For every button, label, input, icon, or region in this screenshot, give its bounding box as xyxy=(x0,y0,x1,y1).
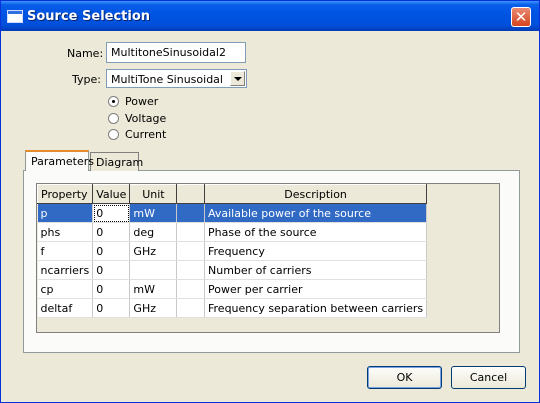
close-button[interactable]: ✕ xyxy=(511,7,531,27)
source-selection-dialog: Source Selection ✕ Name: MultitoneSinuso… xyxy=(0,0,540,403)
table-row[interactable]: ncarriers 0 Number of carriers xyxy=(37,260,499,280)
cell-description[interactable]: Phase of the source xyxy=(204,222,428,242)
cell-description[interactable]: Frequency xyxy=(204,241,428,261)
window-title: Source Selection xyxy=(27,9,151,24)
type-select[interactable]: MultiTone Sinusoidal xyxy=(106,69,247,88)
table-header: Property Value Unit Description xyxy=(36,184,499,204)
cell-unit[interactable]: mW xyxy=(129,279,178,299)
table-row[interactable]: f 0 GHz Frequency xyxy=(37,241,499,261)
tab-diagram[interactable]: Diagram xyxy=(90,152,143,171)
row-filler xyxy=(426,241,499,261)
cell-property[interactable]: cp xyxy=(37,279,94,299)
cell-description[interactable]: Frequency separation between carriers xyxy=(204,298,428,318)
cell-blank[interactable] xyxy=(176,260,205,280)
cell-property[interactable]: ncarriers xyxy=(37,260,94,280)
cancel-button[interactable]: Cancel xyxy=(451,366,526,389)
type-select-value: MultiTone Sinusoidal xyxy=(111,73,223,86)
cell-description[interactable]: Power per carrier xyxy=(204,279,428,299)
radio-current-label: Current xyxy=(125,128,167,141)
radio-current-indicator[interactable] xyxy=(108,129,119,140)
window-icon xyxy=(7,10,23,23)
type-label: Type: xyxy=(72,73,101,86)
table-row[interactable]: cp 0 mW Power per carrier xyxy=(37,279,499,299)
name-label: Name: xyxy=(67,47,104,60)
cell-unit[interactable]: mW xyxy=(129,203,178,223)
cell-unit[interactable]: deg xyxy=(129,222,178,242)
table-row[interactable]: p 0 mW Available power of the source xyxy=(37,203,499,223)
header-blank[interactable] xyxy=(176,184,205,204)
cell-description[interactable]: Available power of the source xyxy=(204,203,428,223)
cell-value[interactable]: 0 xyxy=(92,203,131,223)
cell-blank[interactable] xyxy=(176,241,205,261)
cell-unit[interactable]: GHz xyxy=(129,298,178,318)
table-row[interactable]: phs 0 deg Phase of the source xyxy=(37,222,499,242)
cell-blank[interactable] xyxy=(176,279,205,299)
row-filler xyxy=(426,222,499,242)
parameters-grid: Property Value Unit Description p 0 mW A… xyxy=(36,183,500,333)
cell-value[interactable]: 0 xyxy=(92,222,131,242)
header-property[interactable]: Property xyxy=(36,184,94,204)
ok-button[interactable]: OK xyxy=(367,366,442,389)
cell-property[interactable]: phs xyxy=(37,222,94,242)
row-filler xyxy=(426,260,499,280)
cell-value[interactable]: 0 xyxy=(92,241,131,261)
radio-power-indicator[interactable] xyxy=(108,96,119,107)
tab-parameters[interactable]: Parameters xyxy=(25,150,94,171)
radio-voltage-label: Voltage xyxy=(125,112,167,125)
parameters-table: Property Value Unit Description p 0 mW A… xyxy=(36,184,499,318)
cell-property[interactable]: f xyxy=(37,241,94,261)
cell-unit[interactable]: GHz xyxy=(129,241,178,261)
title-bar[interactable]: Source Selection ✕ xyxy=(1,1,539,31)
row-filler xyxy=(426,203,499,223)
row-filler xyxy=(426,279,499,299)
radio-voltage-indicator[interactable] xyxy=(108,113,119,124)
cell-value[interactable]: 0 xyxy=(92,279,131,299)
header-description[interactable]: Description xyxy=(203,184,428,204)
header-unit[interactable]: Unit xyxy=(129,184,178,204)
cell-property[interactable]: deltaf xyxy=(37,298,94,318)
cell-blank[interactable] xyxy=(176,298,205,318)
cell-unit[interactable] xyxy=(129,260,178,280)
cell-blank[interactable] xyxy=(176,203,205,223)
cell-property[interactable]: p xyxy=(37,203,94,223)
cell-blank[interactable] xyxy=(176,222,205,242)
row-filler xyxy=(426,298,499,318)
cell-value[interactable]: 0 xyxy=(92,260,131,280)
cell-description[interactable]: Number of carriers xyxy=(204,260,428,280)
chevron-down-icon[interactable] xyxy=(230,71,245,86)
header-value[interactable]: Value xyxy=(92,184,131,204)
radio-power-label: Power xyxy=(125,95,159,108)
header-filler xyxy=(426,184,499,204)
name-input[interactable]: MultitoneSinusoidal2 xyxy=(106,42,246,63)
cell-value[interactable]: 0 xyxy=(92,298,131,318)
table-row[interactable]: deltaf 0 GHz Frequency separation betwee… xyxy=(37,298,499,318)
